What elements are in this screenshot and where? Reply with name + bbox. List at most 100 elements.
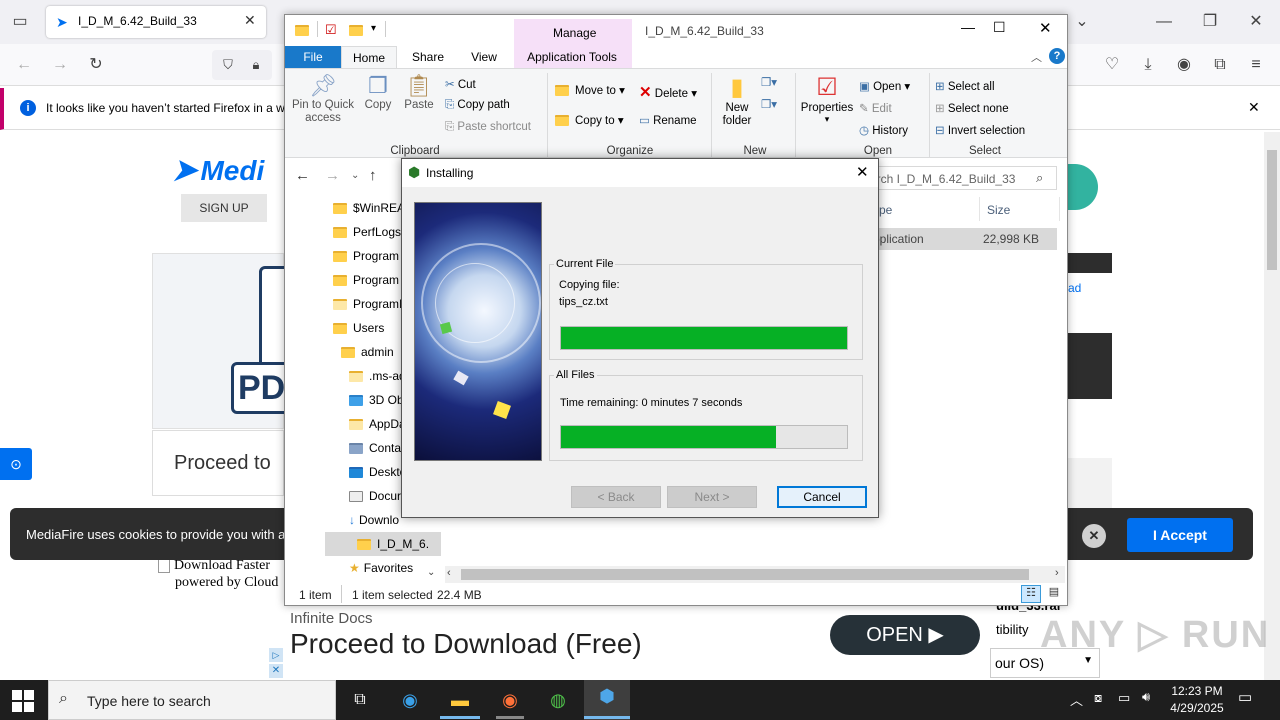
edge-icon[interactable]: ◉ (390, 684, 430, 716)
select-all-button[interactable]: ⊞ Select all (935, 79, 995, 93)
firefox-taskbar-icon[interactable]: ◉ (490, 684, 530, 716)
explorer-search-box[interactable]: arch I_D_M_6.42_Build_33 ⌕ (865, 166, 1057, 190)
nav-up-icon[interactable]: ↑ (369, 167, 377, 184)
tree-item[interactable]: Users (333, 316, 384, 340)
help-icon[interactable]: ? (1049, 48, 1065, 64)
clock-time[interactable]: 12:23 PM (1168, 684, 1226, 698)
delete-button[interactable]: ✕ Delete ▾ (639, 83, 697, 101)
copy-button[interactable]: ❐ Copy (361, 73, 395, 111)
new-folder-button[interactable]: ▮ New folder (717, 73, 757, 128)
notification-close-icon[interactable]: ✕ (1248, 99, 1260, 116)
tree-item[interactable]: Program (333, 268, 399, 292)
clock-date[interactable]: 4/29/2025 (1164, 701, 1230, 715)
paste-shortcut-button[interactable]: ⎘ Paste shortcut (445, 121, 531, 134)
chat-icon[interactable]: ⊙ (0, 448, 32, 480)
tab-list-icon[interactable]: ⌄ (1070, 10, 1094, 34)
tree-item[interactable]: 3D Ob (349, 388, 404, 412)
pocket-icon[interactable]: ♡ (1100, 53, 1124, 77)
tree-item[interactable]: .ms-ad (349, 364, 406, 388)
pin-quick-access-button[interactable]: 📌︎ Pin to Quick access (291, 73, 355, 125)
select-none-button[interactable]: ⊞ Select none (935, 101, 1009, 115)
taskbar-search[interactable]: ⌕ Type here to search (48, 680, 336, 720)
tab-home[interactable]: Home (341, 46, 397, 68)
new-item-icon[interactable]: ❐▾ (761, 75, 777, 89)
tab-overview-icon[interactable]: ▭ (8, 10, 32, 34)
large-icons-view-icon[interactable]: ▤ (1045, 585, 1063, 603)
edit-button[interactable]: ✎ Edit (859, 101, 892, 115)
tree-item[interactable]: $WinREA (333, 196, 405, 220)
proceed-card[interactable]: Proceed to (152, 430, 284, 496)
mediafire-logo[interactable]: ➤ Medi (172, 153, 264, 188)
tree-item[interactable]: admin (341, 340, 394, 364)
url-bar[interactable]: ⛉ 🔒︎ (212, 50, 272, 80)
ad-banner[interactable]: Infinite Docs Proceed to Download (Free)… (270, 606, 990, 680)
ribbon-collapse-icon[interactable]: ︿ (1031, 49, 1042, 65)
tray-chevron-icon[interactable]: ︿ (1070, 690, 1083, 709)
tab-share[interactable]: Share (403, 46, 453, 68)
nav-back-icon[interactable]: ← (295, 167, 310, 184)
back-button[interactable]: < Back (571, 486, 661, 508)
task-view-icon[interactable]: ⧉ (340, 684, 380, 716)
recent-locations-icon[interactable]: ⌄ (351, 170, 359, 181)
invert-selection-button[interactable]: ⊟ Invert selection (935, 123, 1025, 137)
open-button[interactable]: ▣ Open ▾ (859, 79, 910, 93)
properties-button[interactable]: ☑ Properties ▾ (799, 73, 855, 125)
idm-taskbar-icon[interactable]: ◍ (538, 684, 578, 716)
column-size[interactable]: Size (987, 203, 1010, 217)
right-link-text[interactable]: ad (1068, 281, 1081, 295)
back-icon[interactable]: ← (12, 53, 36, 77)
browser-tab[interactable]: ➤ I_D_M_6.42_Build_33 ✕ (46, 6, 266, 38)
tree-item[interactable]: ↓ Downlo (349, 508, 399, 532)
tree-scroll-down-icon[interactable]: ⌄ (427, 567, 435, 578)
details-view-icon[interactable]: ☷ (1021, 585, 1041, 603)
minimize-browser-icon[interactable]: — (1152, 10, 1176, 34)
copy-to-button[interactable]: Copy to ▾ (555, 113, 624, 127)
extensions-icon[interactable]: ⧉ (1208, 53, 1232, 77)
tree-item-selected[interactable]: I_D_M_6. (325, 532, 441, 556)
nav-forward-icon[interactable]: → (325, 167, 340, 184)
explorer-close-icon[interactable]: ✕ (1039, 19, 1052, 37)
tree-item[interactable]: PerfLogs (333, 220, 401, 244)
ad-open-button[interactable]: OPEN ▶ (830, 615, 980, 655)
tab-close-icon[interactable]: ✕ (244, 12, 256, 29)
file-row[interactable]: pplication 22,998 KB (865, 228, 1057, 250)
horizontal-scrollbar[interactable]: ‹ › (445, 566, 1065, 583)
installer-close-icon[interactable]: ✕ (856, 163, 869, 181)
adchoices-icon[interactable]: ▷ (269, 648, 283, 662)
network-icon[interactable]: ▭ (1118, 690, 1130, 706)
reload-icon[interactable]: ↻ (84, 53, 108, 77)
explorer-maximize-icon[interactable]: ☐ (993, 19, 1006, 36)
tab-application-tools[interactable]: Application Tools (517, 46, 627, 68)
page-scrollbar[interactable] (1264, 132, 1280, 680)
rename-button[interactable]: ▭ Rename (639, 113, 697, 127)
paste-button[interactable]: 📋︎ Paste (401, 73, 437, 111)
next-button[interactable]: Next > (667, 486, 757, 508)
notifications-icon[interactable]: ▭ (1238, 688, 1252, 706)
move-to-button[interactable]: Move to ▾ (555, 83, 625, 97)
tree-item[interactable]: Conta (349, 436, 401, 460)
account-icon[interactable]: ◉ (1172, 53, 1196, 77)
tree-item[interactable]: ★ Favorites (349, 556, 413, 580)
cancel-button[interactable]: Cancel (777, 486, 867, 508)
forward-icon[interactable]: → (48, 53, 72, 77)
tree-item[interactable]: Program (333, 244, 399, 268)
tray-device-icon[interactable]: ⧇ (1094, 690, 1102, 706)
copy-path-button[interactable]: ⎘ Copy path (445, 99, 510, 112)
cookie-close-icon[interactable]: ✕ (1082, 524, 1106, 548)
tab-view[interactable]: View (459, 46, 509, 68)
tree-item[interactable]: AppDa (349, 412, 406, 436)
signup-button[interactable]: SIGN UP (181, 194, 267, 222)
easy-access-icon[interactable]: ❐▾ (761, 97, 777, 111)
close-browser-icon[interactable]: ✕ (1244, 10, 1268, 34)
downloads-icon[interactable]: ⤓ (1136, 53, 1160, 77)
history-button[interactable]: ◷ History (859, 123, 908, 137)
ad-close-icon[interactable]: ✕ (269, 664, 283, 678)
maximize-browser-icon[interactable]: ❐ (1198, 10, 1222, 34)
accept-cookies-button[interactable]: I Accept (1127, 518, 1233, 552)
qa-dropdown-icon[interactable]: ▾ (371, 23, 376, 34)
installer-taskbar-icon[interactable]: ⬢ (584, 680, 630, 720)
tree-item[interactable]: Deskto (349, 460, 406, 484)
menu-icon[interactable]: ≡ (1244, 53, 1268, 77)
download-faster-text[interactable]: Download Faster (158, 558, 270, 574)
file-explorer-taskbar-icon[interactable]: ▬ (440, 684, 480, 716)
